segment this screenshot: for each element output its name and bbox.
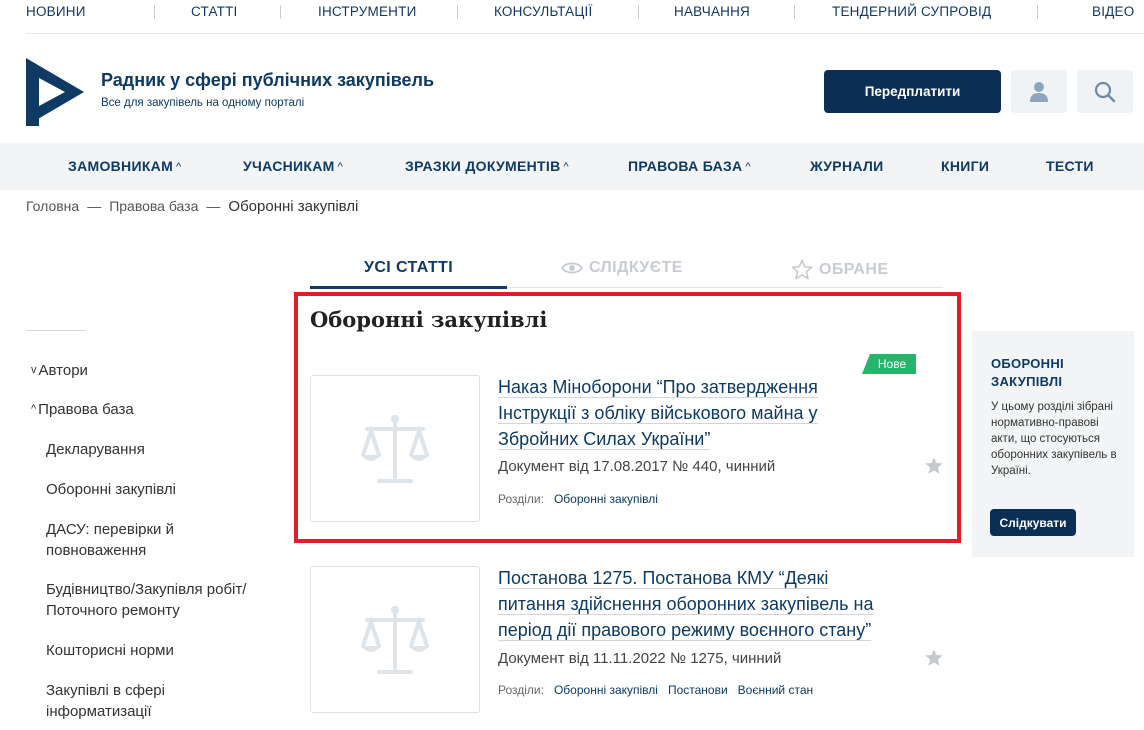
main-nav-doc-samples[interactable]: ЗРАЗКИ ДОКУМЕНТІВ ^ [405, 158, 569, 174]
sections-label: Розділи: [498, 492, 544, 506]
scales-icon [361, 414, 429, 483]
main-nav-customers[interactable]: ЗАМОВНИКАМ ^ [68, 158, 182, 174]
tag-link[interactable]: Воєнний стан [738, 683, 813, 697]
active-tab-indicator [310, 286, 507, 289]
sidebar-item-informatization[interactable]: Закупівлі в сфері інформатизації [46, 680, 165, 722]
main-nav-journals[interactable]: ЖУРНАЛИ [810, 158, 883, 174]
eye-icon [561, 262, 583, 274]
top-nav-articles[interactable]: СТАТТІ [191, 4, 238, 19]
site-title[interactable]: Радник у сфері публічних закупівель [101, 70, 434, 91]
tag-link[interactable]: Оборонні закупівлі [554, 492, 658, 506]
article-thumbnail[interactable] [310, 566, 480, 713]
section-info-panel: ОБОРОННІ ЗАКУПІВЛІ У цьому розділі зібра… [972, 331, 1134, 557]
top-nav-tender-support[interactable]: ТЕНДЕРНИЙ СУПРОВІД [832, 4, 991, 19]
caret-up-icon: ^ [176, 161, 182, 173]
article-tabs: УСІ СТАТТІ СЛІДКУЄТЕ ОБРАНЕ [310, 250, 943, 289]
top-nav-video[interactable]: ВІДЕО [1092, 4, 1134, 19]
star-icon [925, 457, 943, 474]
article-tags: Розділи: Оборонні закупівлі Постанови Воєнн… [498, 683, 823, 697]
main-nav-legal-base[interactable]: ПРАВОВА БАЗА ^ [628, 158, 751, 174]
breadcrumb-legal-base[interactable]: Правова база [109, 198, 198, 214]
tag-link[interactable]: Постанови [668, 683, 728, 697]
sidebar-item-dasu[interactable]: ДАСУ: перевірки й повноваження [46, 519, 174, 561]
main-nav-participants[interactable]: УЧАСНИКАМ ^ [243, 158, 343, 174]
main-nav-books[interactable]: КНИГИ [941, 158, 989, 174]
subscribe-button[interactable]: Передплатити [824, 70, 1001, 113]
caret-up-icon: ^ [563, 161, 569, 173]
sidebar-item-authors[interactable]: v Автори [31, 360, 88, 383]
top-nav-separator [638, 5, 639, 19]
follow-button[interactable]: Слідкувати [990, 509, 1076, 536]
top-nav-consultations[interactable]: КОНСУЛЬТАЦІЇ [494, 4, 592, 19]
logo-icon [26, 58, 84, 126]
top-nav: НОВИНИ СТАТТІ ІНСТРУМЕНТИ КОНСУЛЬТАЦІЇ Н… [26, 0, 1144, 34]
top-nav-separator [1037, 5, 1038, 19]
site-subtitle: Все для закупівель на одному порталі [101, 97, 305, 109]
sidebar-item-declaring[interactable]: Декларування [46, 439, 145, 460]
caret-up-icon: ^ [745, 161, 751, 173]
breadcrumb-home[interactable]: Головна [26, 198, 79, 214]
article-title-link[interactable]: Постанова 1275. Постанова КМУ “Деякі пит… [498, 565, 918, 643]
site-logo[interactable] [26, 58, 84, 126]
top-nav-tools[interactable]: ІНСТРУМЕНТИ [318, 4, 416, 19]
user-account-button[interactable] [1011, 70, 1067, 113]
article-thumbnail[interactable] [310, 375, 480, 522]
tab-all-articles[interactable]: УСІ СТАТТІ [364, 259, 453, 277]
article-meta: Документ від 17.08.2017 № 440, чинний [498, 458, 776, 475]
chevron-up-icon: ^ [31, 403, 37, 415]
top-nav-news[interactable]: НОВИНИ [26, 4, 86, 19]
caret-up-icon: ^ [337, 161, 344, 173]
article-tags: Розділи: Оборонні закупівлі [498, 492, 668, 506]
sidebar-item-estimate-norms[interactable]: Кошторисні норми [46, 640, 174, 661]
sidebar-divider [26, 330, 86, 331]
favorite-button[interactable] [924, 456, 944, 480]
breadcrumb-current: Оборонні закупівлі [228, 198, 359, 215]
star-icon [925, 649, 943, 666]
breadcrumb: Головна — Правова база — Оборонні закупівлі [26, 198, 359, 215]
sections-label: Розділи: [498, 683, 544, 697]
sidebar-item-legal-base[interactable]: ^ Правова база [31, 399, 134, 422]
user-icon [1030, 81, 1048, 102]
sidebar-item-defense-procurement[interactable]: Оборонні закупівлі [46, 479, 176, 500]
tag-link[interactable]: Оборонні закупівлі [554, 683, 658, 697]
tab-following[interactable]: СЛІДКУЄТЕ [561, 259, 683, 277]
info-panel-title: ОБОРОННІ ЗАКУПІВЛІ [991, 356, 1064, 389]
new-badge: Нове [862, 354, 916, 374]
top-nav-separator [457, 5, 458, 19]
top-nav-separator [794, 5, 795, 19]
top-nav-training[interactable]: НАВЧАННЯ [674, 4, 750, 19]
article-meta: Документ від 11.11.2022 № 1275, чинний [498, 650, 782, 667]
search-icon [1094, 81, 1116, 102]
tab-favorites[interactable]: ОБРАНЕ [791, 259, 888, 280]
main-nav: ЗАМОВНИКАМ ^ УЧАСНИКАМ ^ ЗРАЗКИ ДОКУМЕНТІВ… [0, 143, 1144, 190]
chevron-down-icon: v [31, 364, 37, 376]
favorite-button[interactable] [924, 648, 944, 672]
top-nav-separator [280, 5, 281, 19]
article-title-link[interactable]: Наказ Міноборони “Про затвердження Інстр… [498, 374, 858, 452]
search-button[interactable] [1077, 70, 1133, 113]
sidebar-item-construction[interactable]: Будівництво/Закупівля робіт/ Поточного р… [46, 579, 246, 621]
section-title: Оборонні закупівлі [310, 307, 548, 332]
scales-icon [361, 605, 429, 674]
top-nav-separator [154, 5, 155, 19]
info-panel-text: У цьому розділі зібрані нормативно-право… [991, 401, 1117, 477]
star-outline-icon [791, 259, 813, 280]
main-nav-tests[interactable]: ТЕСТИ [1046, 158, 1094, 174]
